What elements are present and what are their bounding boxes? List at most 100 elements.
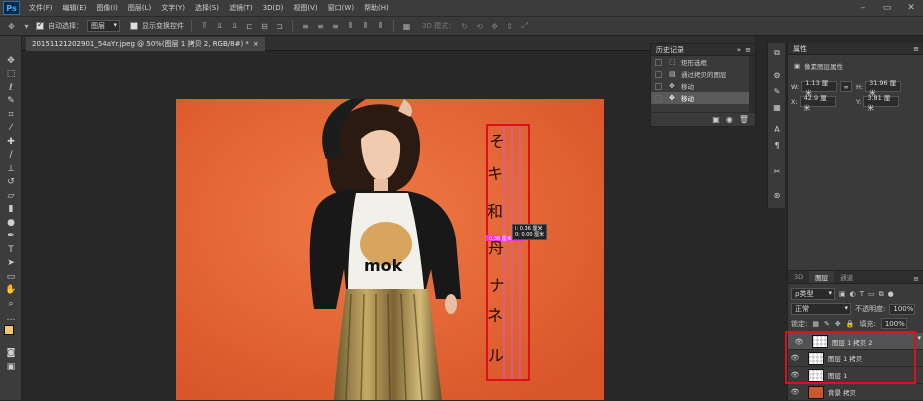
menu-layer[interactable]: 图层(L) xyxy=(123,3,156,13)
menu-image[interactable]: 图像(I) xyxy=(91,3,123,13)
align-top-icon[interactable]: ⫪ xyxy=(199,21,210,31)
filter-type-icon[interactable]: T xyxy=(860,290,864,298)
clone-stamp-icon[interactable]: ⊥ xyxy=(3,162,19,175)
foreground-color-swatch[interactable] xyxy=(4,325,14,335)
crop-tool-icon[interactable]: ⌗ xyxy=(3,108,19,121)
panel-menu-icon[interactable]: ≡ xyxy=(913,45,919,53)
new-document-icon[interactable]: ▣ xyxy=(712,115,720,124)
lasso-tool-icon[interactable]: ℓ xyxy=(3,81,19,94)
auto-align-icon[interactable]: ▦ xyxy=(401,21,412,31)
close-icon[interactable]: ✕ xyxy=(899,0,923,16)
move-tool-icon[interactable]: ✥ xyxy=(3,54,19,67)
swatches-icon[interactable]: ▦ xyxy=(771,101,783,113)
3d-roll-icon[interactable]: ⟲ xyxy=(474,21,485,31)
panel-menu-icon[interactable]: ≡ xyxy=(745,46,751,54)
maximize-icon[interactable]: ▭ xyxy=(875,0,899,16)
eraser-tool-icon[interactable]: ▱ xyxy=(3,189,19,202)
filter-shape-icon[interactable]: ▭ xyxy=(868,290,875,298)
checkbox-icon[interactable] xyxy=(655,82,662,90)
path-select-icon[interactable]: ➤ xyxy=(3,256,19,269)
3d-slide-icon[interactable]: ⇕ xyxy=(504,21,515,31)
distribute-bottom-icon[interactable]: ≡ xyxy=(330,21,341,31)
history-brush-icon[interactable]: ↺ xyxy=(3,175,19,188)
show-transform-checkbox[interactable] xyxy=(130,22,138,30)
width-input[interactable]: 1.13 厘米 xyxy=(801,79,838,97)
pen-tool-icon[interactable]: ✒ xyxy=(3,229,19,242)
gradient-tool-icon[interactable]: ▮ xyxy=(3,202,19,215)
checkbox-icon[interactable] xyxy=(655,58,662,66)
menu-edit[interactable]: 编辑(E) xyxy=(58,3,92,13)
tool-presets-icon[interactable]: ✂ xyxy=(771,165,783,177)
screen-mode-icon[interactable]: ▣ xyxy=(3,360,19,373)
layer-name[interactable]: 背景 拷贝 xyxy=(828,387,856,397)
filter-toggle-icon[interactable]: ● xyxy=(888,290,894,298)
character-icon[interactable]: A xyxy=(771,123,783,135)
blend-mode-select[interactable]: 正常 xyxy=(791,303,851,315)
hand-tool-icon[interactable]: ✋ xyxy=(3,283,19,296)
link-icon[interactable]: ∞ xyxy=(840,81,852,92)
auto-select-dropdown[interactable]: 图层 xyxy=(87,20,120,32)
distribute-left-icon[interactable]: ⫴ xyxy=(345,21,356,31)
adjustments-icon[interactable]: ⚙ xyxy=(771,69,783,81)
brush-presets-icon[interactable]: ✎ xyxy=(771,85,783,97)
chevron-down-icon[interactable]: ▾ xyxy=(21,21,32,31)
menu-type[interactable]: 文字(Y) xyxy=(156,3,190,13)
lock-all-icon[interactable]: 🔒 xyxy=(846,320,855,328)
align-right-icon[interactable]: ⊐ xyxy=(274,21,285,31)
history-item[interactable]: ✥ 移动 xyxy=(651,80,755,92)
trash-icon[interactable]: 🗑 xyxy=(739,115,749,124)
panel-menu-icon[interactable]: ≡ xyxy=(913,275,923,283)
tab-channels[interactable]: 通道 xyxy=(834,271,859,283)
marquee-tool-icon[interactable]: ⬚ xyxy=(3,67,19,80)
healing-brush-icon[interactable]: ✚ xyxy=(3,135,19,148)
layer-row[interactable]: 👁 背景 拷贝 xyxy=(788,384,923,401)
auto-select-checkbox[interactable] xyxy=(36,20,44,30)
distribute-hcenter-icon[interactable]: ⫴ xyxy=(360,21,371,31)
layer-kind-filter[interactable]: ρ类型 xyxy=(791,288,835,300)
fill-input[interactable]: 100% xyxy=(880,318,907,329)
menu-3d[interactable]: 3D(D) xyxy=(258,4,289,12)
history-item[interactable]: ▤ 通过拷贝的图层 xyxy=(651,68,755,80)
filter-smart-icon[interactable]: ⧉ xyxy=(879,290,884,299)
menu-help[interactable]: 帮助(H) xyxy=(359,3,394,13)
lock-position-icon[interactable]: ✥ xyxy=(835,320,841,328)
history-item[interactable]: ⬚ 矩形选框 xyxy=(651,56,755,68)
camera-icon[interactable]: ◉ xyxy=(726,115,733,124)
3d-scale-icon[interactable]: ⤢ xyxy=(519,21,530,31)
eyedropper-icon[interactable]: ⁄ xyxy=(3,121,19,134)
tab-3d[interactable]: 3D xyxy=(788,271,809,283)
checkbox-icon[interactable] xyxy=(655,94,662,102)
menu-view[interactable]: 视图(V) xyxy=(288,3,322,13)
move-tool-icon[interactable]: ✥ xyxy=(6,21,17,31)
lock-transparent-icon[interactable]: ▦ xyxy=(812,320,819,328)
scrollbar[interactable] xyxy=(749,56,755,112)
more-tools-icon[interactable]: … xyxy=(3,311,19,324)
close-icon[interactable]: × xyxy=(253,40,259,48)
checkbox-icon[interactable] xyxy=(655,70,662,78)
3d-panel-icon[interactable]: ⊛ xyxy=(771,189,783,201)
quick-mask-icon[interactable]: ◙ xyxy=(3,346,19,359)
height-input[interactable]: 31.96 厘米 xyxy=(865,79,902,97)
type-tool-icon[interactable]: T xyxy=(3,243,19,256)
distribute-right-icon[interactable]: ⫴ xyxy=(375,21,386,31)
lock-pixels-icon[interactable]: ✎ xyxy=(824,320,830,328)
blur-tool-icon[interactable]: ● xyxy=(3,216,19,229)
distribute-vcenter-icon[interactable]: ≡ xyxy=(315,21,326,31)
quick-select-icon[interactable]: ✎ xyxy=(3,94,19,107)
brush-tool-icon[interactable]: ∕ xyxy=(3,148,19,161)
menu-select[interactable]: 选择(S) xyxy=(190,3,224,13)
distribute-top-icon[interactable]: ≡ xyxy=(300,21,311,31)
menu-filter[interactable]: 滤镜(T) xyxy=(224,3,258,13)
3d-rotate-icon[interactable]: ↻ xyxy=(459,21,470,31)
align-vcenter-icon[interactable]: ⫫ xyxy=(214,21,225,31)
3d-pan-icon[interactable]: ✥ xyxy=(489,21,500,31)
align-left-icon[interactable]: ⊏ xyxy=(244,21,255,31)
paragraph-icon[interactable]: ¶ xyxy=(771,139,783,151)
history-item-active[interactable]: ✥ 移动 xyxy=(651,92,755,104)
tab-layers[interactable]: 图层 xyxy=(809,271,835,283)
filter-adjust-icon[interactable]: ◐ xyxy=(850,290,856,298)
minimize-icon[interactable]: – xyxy=(851,0,875,16)
align-bottom-icon[interactable]: ⫫ xyxy=(229,21,240,31)
x-input[interactable]: 42.9 厘米 xyxy=(799,94,836,112)
history-panel-icon[interactable]: ⧉ xyxy=(771,47,783,59)
